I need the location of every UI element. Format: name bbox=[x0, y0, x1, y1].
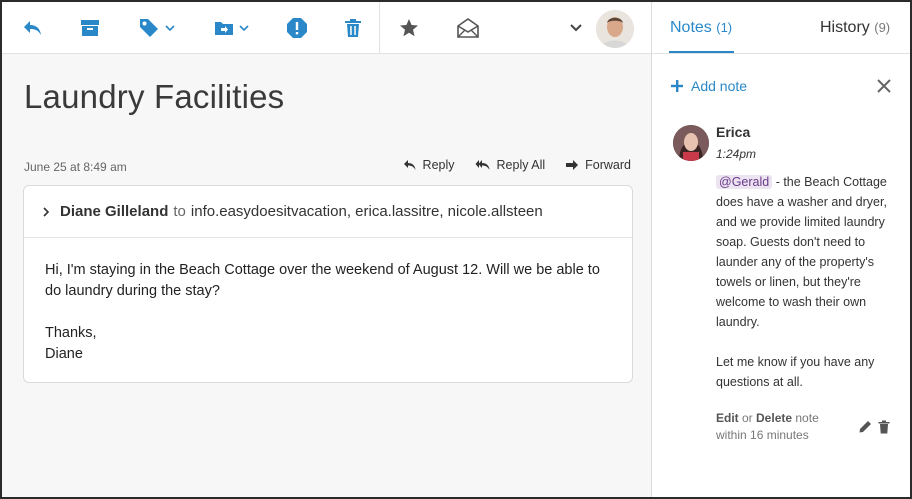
chevron-right-icon[interactable] bbox=[42, 206, 50, 217]
body-signature: Diane bbox=[45, 346, 83, 362]
reply-label: Reply bbox=[422, 158, 455, 172]
note-author-avatar bbox=[673, 125, 709, 161]
move-to-folder-icon bbox=[215, 22, 233, 35]
star-icon bbox=[400, 19, 418, 37]
move-button[interactable] bbox=[214, 16, 249, 40]
tab-notes-label: Notes bbox=[670, 19, 712, 36]
reply-icon bbox=[24, 21, 41, 35]
spam-icon bbox=[287, 18, 307, 38]
body-signoff: Thanks, bbox=[45, 325, 97, 341]
note-paragraph: @Gerald - the Beach Cottage does have a … bbox=[716, 172, 901, 332]
sender-name: Diane Gilleland bbox=[60, 203, 169, 220]
body-paragraph: Hi, I'm staying in the Beach Cottage ove… bbox=[45, 262, 600, 299]
note-paragraph-2: Let me know if you have any questions at… bbox=[716, 355, 875, 389]
user-avatar-image bbox=[596, 10, 634, 48]
reply-all-link[interactable]: Reply All bbox=[475, 158, 546, 172]
to-label: to bbox=[173, 203, 186, 220]
recipients: info.easydoesitvacation, erica.lassitre,… bbox=[190, 203, 543, 220]
delete-note-button[interactable] bbox=[878, 420, 890, 439]
message-header[interactable]: Diane Gilleland to info.easydoesitvacati… bbox=[24, 186, 632, 238]
forward-icon bbox=[566, 160, 579, 170]
message-body: Hi, I'm staying in the Beach Cottage ove… bbox=[24, 238, 632, 365]
message-subject: Laundry Facilities bbox=[24, 78, 285, 115]
tab-history-count: (9) bbox=[874, 20, 891, 35]
close-button[interactable] bbox=[876, 78, 892, 99]
pencil-icon bbox=[859, 421, 871, 433]
meta-or: or bbox=[738, 411, 757, 425]
chevron-down-icon bbox=[570, 24, 582, 32]
reply-all-label: Reply All bbox=[496, 158, 546, 172]
toolbar-divider bbox=[379, 2, 380, 54]
tab-history-label: History bbox=[820, 19, 870, 36]
message-actions: Reply Reply All Forward bbox=[403, 158, 631, 172]
note-time: 1:24pm bbox=[716, 147, 757, 161]
chevron-down-icon bbox=[239, 25, 249, 32]
tab-notes[interactable]: Notes (1) bbox=[670, 19, 732, 37]
edit-note-link[interactable]: Edit bbox=[716, 411, 739, 425]
message-card: Diane Gilleland to info.easydoesitvacati… bbox=[23, 185, 633, 383]
user-avatar[interactable] bbox=[596, 10, 634, 48]
forward-link[interactable]: Forward bbox=[565, 158, 631, 172]
chevron-down-icon bbox=[165, 25, 175, 32]
more-dropdown-button[interactable] bbox=[569, 16, 583, 40]
edit-note-button[interactable] bbox=[858, 420, 872, 439]
note-text: @Gerald - the Beach Cottage does have a … bbox=[716, 172, 901, 392]
forward-label: Forward bbox=[585, 158, 631, 172]
tag-icon bbox=[140, 19, 158, 37]
note-author: Erica bbox=[716, 124, 751, 140]
message-date: June 25 at 8:49 am bbox=[24, 160, 127, 174]
meta-note: note bbox=[792, 411, 819, 425]
add-note-label: Add note bbox=[691, 78, 748, 94]
meta-within: within 16 minutes bbox=[716, 428, 809, 442]
trash-icon bbox=[878, 420, 890, 434]
reply-button[interactable] bbox=[22, 16, 44, 40]
sidebar-tabs: Notes (1) History (9) bbox=[652, 2, 910, 54]
tag-button[interactable] bbox=[138, 16, 175, 40]
tab-history[interactable]: History (9) bbox=[820, 19, 890, 37]
reply-icon bbox=[403, 160, 416, 170]
spam-button[interactable] bbox=[286, 16, 308, 40]
star-button[interactable] bbox=[399, 16, 419, 40]
archive-icon bbox=[81, 20, 99, 36]
tab-notes-count: (1) bbox=[716, 20, 733, 35]
active-tab-indicator bbox=[669, 51, 734, 53]
plus-icon bbox=[671, 80, 683, 92]
add-note-button[interactable]: Add note bbox=[671, 78, 747, 94]
toolbar bbox=[2, 2, 651, 54]
delete-button[interactable] bbox=[344, 16, 362, 40]
reply-all-icon bbox=[475, 160, 490, 170]
note-author-avatar-image bbox=[673, 125, 709, 161]
close-icon bbox=[877, 79, 891, 93]
mark-unread-button[interactable] bbox=[457, 16, 479, 40]
archive-button[interactable] bbox=[80, 16, 100, 40]
delete-note-link[interactable]: Delete bbox=[756, 411, 792, 425]
notes-sidebar: Notes (1) History (9) Add note Erica 1:2… bbox=[651, 2, 910, 497]
delete-icon bbox=[345, 19, 361, 37]
reply-link[interactable]: Reply bbox=[403, 158, 455, 172]
message-pane: Laundry Facilities June 25 at 8:49 am Re… bbox=[2, 2, 651, 497]
note-edit-window: Edit or Delete note within 16 minutes bbox=[716, 410, 819, 444]
mention-tag[interactable]: @Gerald bbox=[716, 175, 773, 189]
note-paragraph-text: - the Beach Cottage does have a washer a… bbox=[716, 175, 887, 329]
mark-unread-icon bbox=[457, 18, 479, 38]
